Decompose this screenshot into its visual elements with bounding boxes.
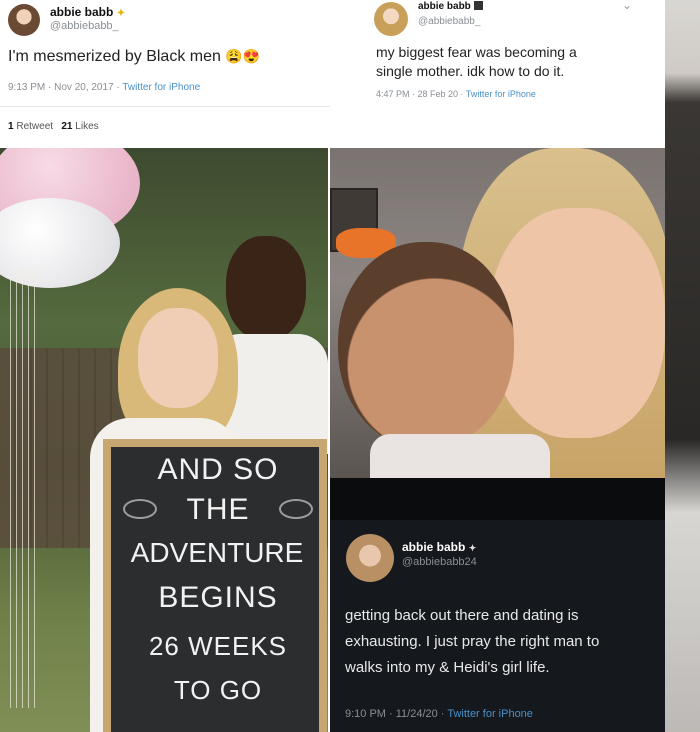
- tweet-stats: 1 Retweet 21 Likes: [8, 121, 99, 132]
- chalk-line-3: ADVENTURE: [130, 537, 304, 568]
- author-handle[interactable]: @abbiebabb_: [50, 20, 119, 32]
- chalk-line-6: TO GO: [173, 675, 263, 705]
- cropped-photo-edge: [665, 0, 700, 732]
- tweet-meta: 9:13 PM · Nov 20, 2017 · Twitter for iPh…: [8, 82, 201, 93]
- chalk-leaf-doodle: [123, 499, 157, 519]
- chalk-leaf-doodle: [279, 499, 313, 519]
- chalk-line-1: AND SO: [157, 453, 279, 486]
- source-link[interactable]: Twitter for iPhone: [122, 82, 200, 93]
- author-handle[interactable]: @abbiebabb_: [418, 16, 480, 27]
- author-name[interactable]: abbie babb ✦: [50, 5, 125, 19]
- avatar[interactable]: [374, 2, 408, 36]
- tweet-text: I'm mesmerized by Black men 😩😍: [8, 48, 261, 65]
- avatar[interactable]: [346, 534, 394, 582]
- tweet-dark: abbie babb ✦ @abbiebabb24 getting back o…: [330, 478, 665, 732]
- man-head: [226, 236, 306, 340]
- chalk-line-4: BEGINS: [158, 581, 278, 614]
- tweet-meta: 4:47 PM · 28 Feb 20 · Twitter for iPhone: [376, 89, 536, 99]
- chalk-line-5: 26 WEEKS: [148, 631, 288, 661]
- balloon-strings: [10, 268, 40, 708]
- gender-reveal-photo: AND SO THE ADVENTURE BEGINS 26 WEEKS TO …: [0, 148, 328, 732]
- author-name[interactable]: abbie babb: [418, 1, 483, 12]
- tweet-top-left: abbie babb ✦ @abbiebabb_ I'm mesmerized …: [0, 0, 330, 148]
- mother-daughter-photo: [330, 148, 665, 478]
- author-name[interactable]: abbie babb ✦: [402, 540, 476, 554]
- likes-label[interactable]: Likes: [75, 121, 98, 132]
- child-head: [338, 242, 514, 448]
- mother-face: [490, 208, 665, 438]
- woman-face: [138, 308, 218, 408]
- tweet-meta: 9:10 PM · 11/24/20 · Twitter for iPhone: [345, 708, 533, 720]
- retweets-label[interactable]: Retweet: [16, 121, 53, 132]
- chevron-down-icon[interactable]: ⌄: [622, 0, 632, 12]
- verified-icon: [473, 1, 483, 10]
- avatar[interactable]: [8, 4, 40, 36]
- tweet-text: getting back out there and dating is exh…: [345, 607, 600, 676]
- source-link[interactable]: Twitter for iPhone: [466, 89, 536, 99]
- top-fade: [330, 478, 665, 520]
- tweet-top-right: abbie babb @abbiebabb_ ⌄ my biggest fear…: [330, 0, 665, 148]
- chalkboard-sign: AND SO THE ADVENTURE BEGINS 26 WEEKS TO …: [103, 439, 327, 732]
- author-handle[interactable]: @abbiebabb24: [402, 556, 477, 568]
- tweet-text: my biggest fear was becoming a single mo…: [376, 44, 577, 79]
- divider: [0, 106, 330, 107]
- source-link[interactable]: Twitter for iPhone: [447, 708, 533, 720]
- child-shirt: [370, 434, 550, 478]
